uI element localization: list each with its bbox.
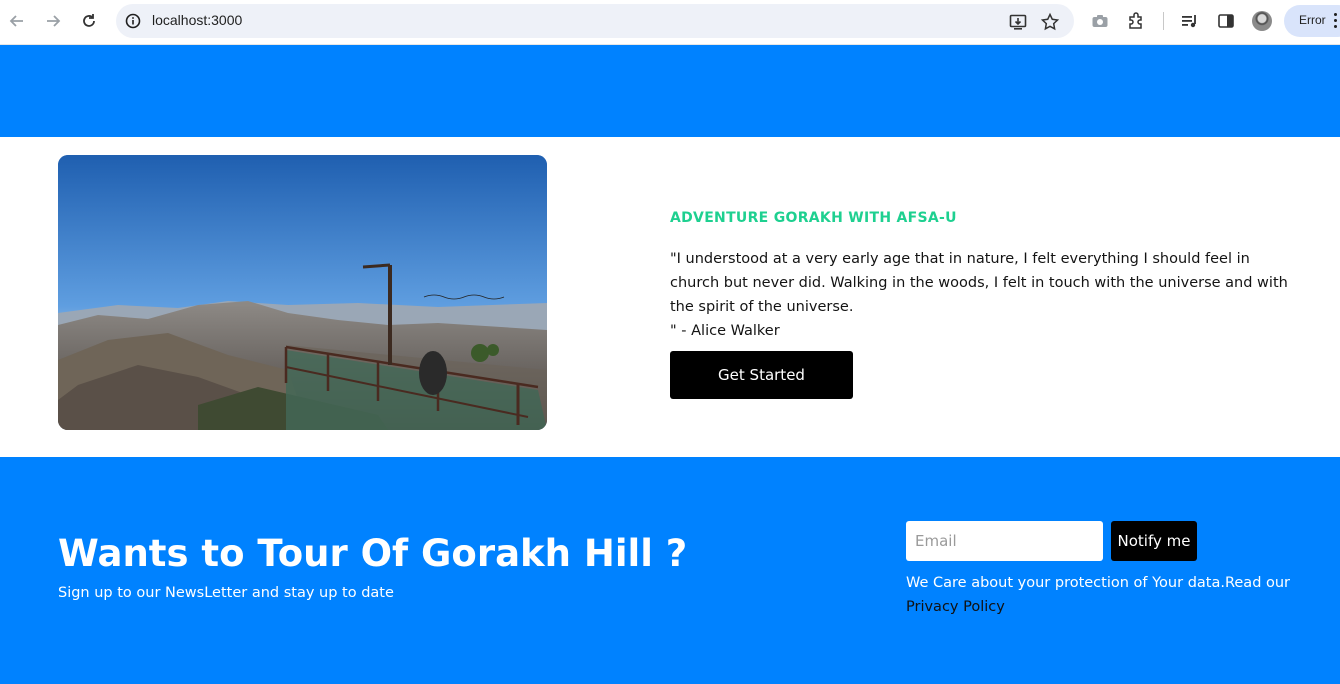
mountain-viewpoint-photo bbox=[58, 155, 547, 430]
navbar-band bbox=[0, 45, 1340, 137]
newsletter-title: Wants to Tour Of Gorakh Hill ? bbox=[58, 532, 688, 575]
newsletter-subtitle: Sign up to our NewsLetter and stay up to… bbox=[58, 585, 394, 601]
reload-icon[interactable] bbox=[78, 10, 100, 32]
hero-text-block: ADVENTURE GORAKH WITH AFSA-U "I understo… bbox=[670, 209, 1300, 399]
hero-quote: "I understood at a very early age that i… bbox=[670, 251, 1288, 315]
hero-section: ADVENTURE GORAKH WITH AFSA-U "I understo… bbox=[0, 137, 1340, 457]
back-arrow-icon[interactable] bbox=[6, 10, 28, 32]
media-queue-icon[interactable] bbox=[1180, 11, 1200, 31]
profile-error-badge[interactable]: Error bbox=[1284, 5, 1340, 37]
puzzle-icon[interactable] bbox=[1126, 11, 1146, 31]
privacy-note: We Care about your protection of Your da… bbox=[906, 571, 1306, 619]
info-icon[interactable] bbox=[124, 12, 142, 30]
camera-icon[interactable] bbox=[1090, 11, 1110, 31]
email-input[interactable] bbox=[906, 521, 1103, 561]
privacy-policy-link[interactable]: Privacy Policy bbox=[906, 599, 1005, 615]
newsletter-section: Wants to Tour Of Gorakh Hill ? Sign up t… bbox=[0, 457, 1340, 684]
forward-arrow-icon[interactable] bbox=[42, 10, 64, 32]
star-icon[interactable] bbox=[1040, 12, 1060, 32]
address-bar[interactable]: localhost:3000 bbox=[116, 4, 1074, 38]
kebab-menu-icon[interactable] bbox=[1334, 13, 1338, 31]
side-panel-icon[interactable] bbox=[1216, 11, 1236, 31]
get-started-button[interactable]: Get Started bbox=[670, 351, 853, 399]
privacy-note-text: We Care about your protection of Your da… bbox=[906, 575, 1291, 591]
hero-kicker: ADVENTURE GORAKH WITH AFSA-U bbox=[670, 210, 957, 226]
profile-error-label: Error bbox=[1299, 13, 1326, 27]
url-text[interactable]: localhost:3000 bbox=[152, 12, 242, 28]
avatar[interactable] bbox=[1252, 11, 1272, 31]
notify-me-button[interactable]: Notify me bbox=[1111, 521, 1197, 561]
browser-toolbar: localhost:3000 Error bbox=[0, 0, 1340, 45]
hero-quote-author: " - Alice Walker bbox=[670, 323, 780, 339]
toolbar-divider bbox=[1163, 12, 1164, 30]
install-app-icon[interactable] bbox=[1008, 12, 1028, 32]
